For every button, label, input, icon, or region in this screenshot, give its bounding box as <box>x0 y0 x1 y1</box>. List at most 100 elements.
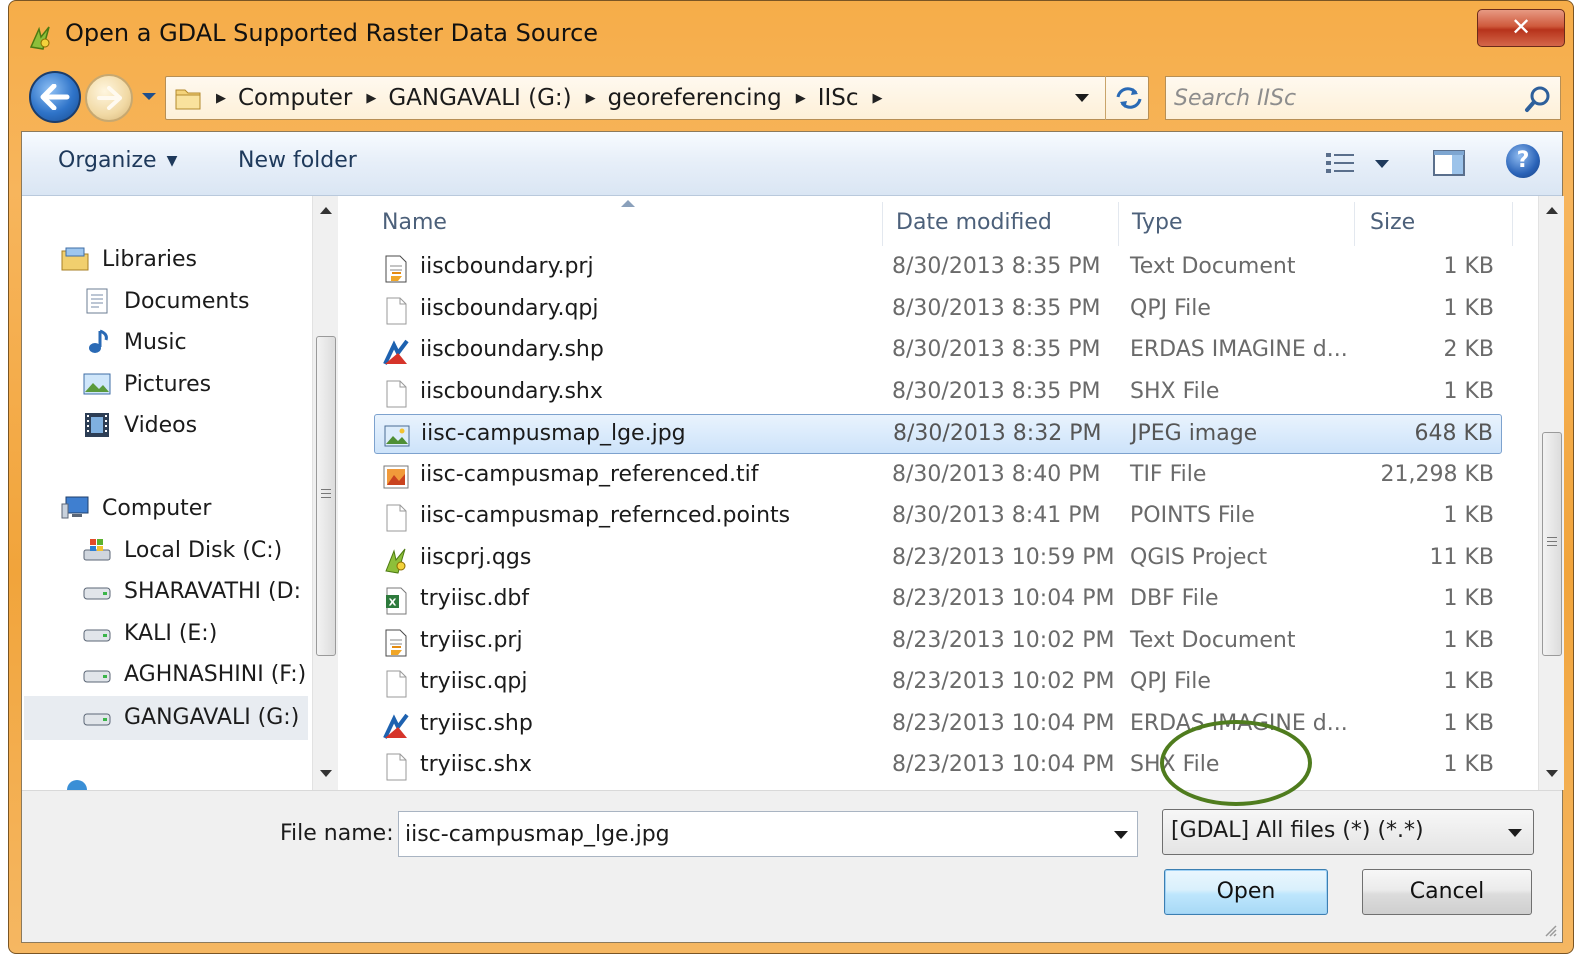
arrow-left-icon <box>31 73 79 121</box>
scroll-up-icon[interactable] <box>1545 204 1559 216</box>
nav-videos-label: Videos <box>124 412 198 438</box>
chevron-right-icon[interactable]: ▶ <box>873 91 883 106</box>
close-button[interactable]: ✕ <box>1477 9 1565 47</box>
drive-icon <box>83 713 111 726</box>
file-row[interactable]: iisc-campusmap_lge.jpg 8/30/2013 8:32 PM J… <box>374 414 1502 454</box>
file-row[interactable]: iisc-campusmap_referenced.tif 8/30/2013 8… <box>374 456 1502 496</box>
navigation-pane: Libraries Documents Music Pictures Video… <box>22 196 312 790</box>
blank-file-icon <box>382 503 410 533</box>
column-header-type[interactable]: Type <box>1132 196 1183 248</box>
recent-pages-dropdown[interactable] <box>139 86 159 106</box>
file-row[interactable]: tryiisc.shx 8/23/2013 10:04 PM SHX File 1 K… <box>374 746 1502 786</box>
file-type: DBF File <box>1130 586 1219 611</box>
file-row[interactable]: iiscboundary.shp 8/30/2013 8:35 PM ERDAS I… <box>374 331 1502 371</box>
breadcrumb-drive[interactable]: GANGAVALI (G:) <box>388 85 571 111</box>
column-divider[interactable] <box>882 202 883 246</box>
nav-libraries[interactable]: Libraries <box>60 240 197 278</box>
nav-documents[interactable]: Documents <box>82 282 249 320</box>
cancel-button[interactable]: Cancel <box>1362 869 1532 915</box>
resize-grip-icon[interactable] <box>1544 924 1558 938</box>
nav-drive-d[interactable]: SHARAVATHI (D: <box>82 572 301 610</box>
scroll-up-icon[interactable] <box>319 204 333 216</box>
refresh-icon <box>1116 87 1141 109</box>
back-button[interactable] <box>29 71 81 123</box>
new-folder-button[interactable]: New folder <box>238 148 357 173</box>
nav-drive-f-label: AGHNASHINI (F:) <box>124 661 307 687</box>
svg-text:X: X <box>389 598 397 609</box>
column-divider[interactable] <box>1354 202 1355 246</box>
column-header-date[interactable]: Date modified <box>896 196 1052 248</box>
refresh-button[interactable] <box>1105 76 1151 120</box>
file-type: QPJ File <box>1130 295 1211 321</box>
image-file-icon <box>383 421 411 451</box>
file-list-scrollbar[interactable] <box>1538 196 1564 790</box>
organize-button[interactable]: Organize ▼ <box>58 148 177 173</box>
file-row[interactable]: iiscprj.qgs 8/23/2013 10:59 PM QGIS Projec… <box>374 539 1502 579</box>
nav-computer[interactable]: Computer <box>60 489 211 527</box>
music-icon <box>89 329 108 353</box>
chevron-down-icon[interactable] <box>1113 829 1129 841</box>
help-icon[interactable]: ? <box>1506 144 1540 178</box>
chevron-right-icon[interactable]: ▶ <box>366 91 376 106</box>
chevron-right-icon[interactable]: ▶ <box>216 91 226 106</box>
preview-pane-icon[interactable] <box>1432 148 1466 178</box>
libraries-icon <box>61 247 89 271</box>
file-row[interactable]: iisc-campusmap_refernced.points 8/30/2013… <box>374 497 1502 537</box>
file-type-filter[interactable]: [GDAL] All files (*) (*.*) <box>1162 809 1534 855</box>
chevron-right-icon[interactable]: ▶ <box>586 91 596 106</box>
open-button[interactable]: Open <box>1164 869 1328 915</box>
column-divider[interactable] <box>1512 202 1513 246</box>
column-divider[interactable] <box>1118 202 1119 246</box>
nav-drive-c-label: Local Disk (C:) <box>124 537 283 563</box>
file-row[interactable]: tryiisc.prj 8/23/2013 10:02 PM Text Docume… <box>374 622 1502 662</box>
arrow-right-icon <box>87 76 131 120</box>
network-icon <box>67 780 87 790</box>
file-name: tryiisc.qpj <box>420 669 528 694</box>
dialog-client-area: Organize ▼ New folder ? Libraries Docume… <box>21 131 1564 943</box>
search-icon[interactable] <box>1524 85 1552 113</box>
text-doc-icon <box>382 254 410 284</box>
column-header-name[interactable]: Name <box>382 196 447 248</box>
scroll-down-icon[interactable] <box>1545 768 1559 780</box>
grip-line <box>321 497 331 498</box>
file-row[interactable]: iiscboundary.qpj 8/30/2013 8:35 PM QPJ Fil… <box>374 290 1502 330</box>
view-details-icon[interactable] <box>1324 150 1358 178</box>
search-input[interactable] <box>1174 79 1514 117</box>
nav-drive-f[interactable]: AGHNASHINI (F:) <box>82 655 306 693</box>
file-row[interactable]: tryiisc.qpj 8/23/2013 10:02 PM QPJ File 1 K… <box>374 663 1502 703</box>
drive-icon <box>83 587 111 600</box>
address-dropdown-icon[interactable] <box>1074 91 1090 105</box>
nav-scrollbar[interactable] <box>312 196 338 790</box>
nav-videos[interactable]: Videos <box>82 406 197 444</box>
file-row[interactable]: iiscboundary.shx 8/30/2013 8:35 PM SHX Fil… <box>374 373 1502 413</box>
file-date-modified: 8/30/2013 8:40 PM <box>892 461 1101 487</box>
search-box[interactable] <box>1165 76 1561 120</box>
file-type: JPEG image <box>1131 421 1258 446</box>
nav-pictures[interactable]: Pictures <box>82 365 211 403</box>
qgis-icon <box>382 545 410 575</box>
view-dropdown-icon[interactable] <box>1374 158 1390 170</box>
column-header-size[interactable]: Size <box>1370 196 1415 248</box>
file-row[interactable]: tryiisc.shp 8/23/2013 10:04 PM ERDAS IMAGI… <box>374 705 1502 745</box>
nav-drive-c[interactable]: Local Disk (C:) <box>82 531 282 569</box>
computer-icon <box>61 496 89 519</box>
file-size: 11 KB <box>1429 544 1494 570</box>
breadcrumb-current[interactable]: IISc <box>818 85 859 111</box>
nav-drive-e[interactable]: KALI (E:) <box>82 614 217 652</box>
file-list-scroll-thumb[interactable] <box>1542 432 1562 656</box>
scroll-down-icon[interactable] <box>319 768 333 780</box>
nav-scroll-thumb[interactable] <box>316 336 336 656</box>
breadcrumb-folder[interactable]: georeferencing <box>608 85 782 111</box>
file-row[interactable]: iiscboundary.prj 8/30/2013 8:35 PM Text Do… <box>374 248 1502 288</box>
forward-button[interactable] <box>85 74 133 122</box>
chevron-right-icon[interactable]: ▶ <box>796 91 806 106</box>
nav-pictures-label: Pictures <box>124 371 212 397</box>
file-row[interactable]: Xtryiisc.dbf 8/23/2013 10:04 PM DBF File 1 … <box>374 580 1502 620</box>
address-bar[interactable]: ▶ Computer ▶ GANGAVALI (G:) ▶ georeferen… <box>165 76 1149 120</box>
nav-music[interactable]: Music <box>82 323 187 361</box>
nav-drive-g[interactable]: GANGAVALI (G:) <box>82 698 299 736</box>
breadcrumb-computer[interactable]: Computer <box>238 85 352 111</box>
file-name-combobox[interactable] <box>398 811 1138 857</box>
file-name: tryiisc.prj <box>420 627 523 653</box>
file-name-field[interactable] <box>405 816 1095 852</box>
